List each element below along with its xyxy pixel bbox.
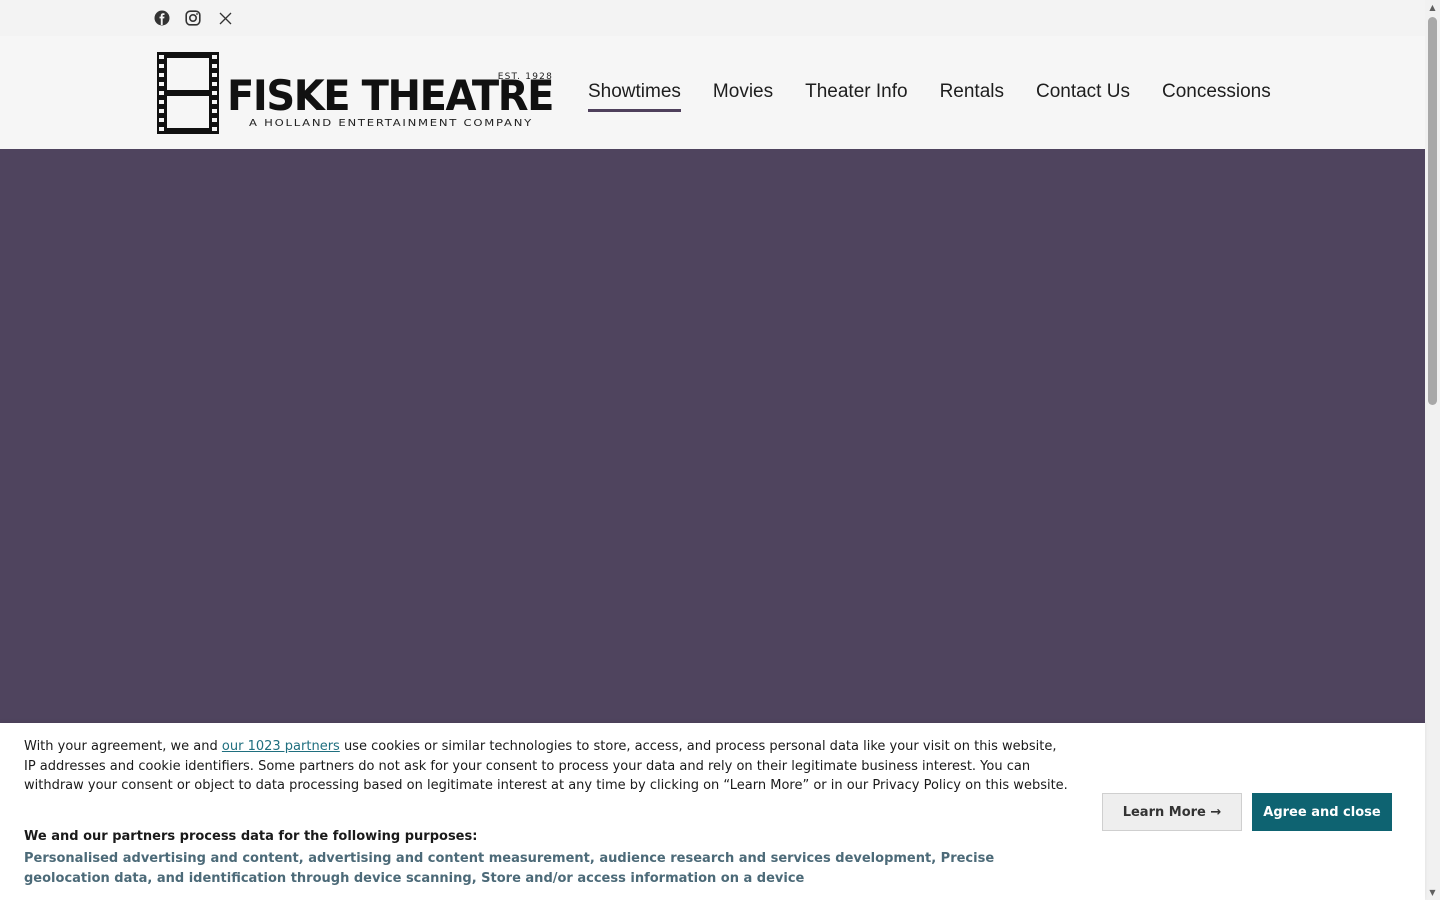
logo-tagline: A HOLLAND ENTERTAINMENT COMPANY (249, 118, 533, 129)
purposes-list: Personalised advertising and content, ad… (24, 851, 995, 886)
hero-banner (0, 149, 1425, 724)
x-twitter-icon[interactable] (216, 9, 234, 27)
partners-link[interactable]: our 1023 partners (222, 739, 340, 754)
scroll-thumb[interactable] (1428, 17, 1437, 405)
nav-rentals[interactable]: Rentals (940, 80, 1004, 112)
instagram-icon[interactable] (184, 9, 202, 27)
nav-movies[interactable]: Movies (713, 80, 773, 112)
cookie-consent-banner: With your agreement, we and our 1023 par… (0, 723, 1425, 900)
fiske-theatre-logo[interactable]: EST. 1928 FISKE THEATRE A HOLLAND ENTERT… (157, 52, 555, 134)
consent-intro-prefix: With your agreement, we and (24, 739, 222, 754)
nav-contact-us[interactable]: Contact Us (1036, 80, 1130, 112)
purposes-title: We and our partners process data for the… (24, 829, 478, 844)
page-scrollbar[interactable]: ▲ ▼ (1425, 0, 1440, 900)
consent-intro: With your agreement, we and our 1023 par… (24, 737, 1069, 796)
facebook-icon[interactable] (153, 9, 171, 27)
logo-name: FISKE THEATRE (227, 71, 553, 120)
scroll-down-arrow-icon[interactable]: ▼ (1425, 885, 1440, 900)
nav-theater-info[interactable]: Theater Info (805, 80, 907, 112)
nav-concessions[interactable]: Concessions (1162, 80, 1271, 112)
scroll-up-arrow-icon[interactable]: ▲ (1425, 0, 1440, 15)
main-nav: Showtimes Movies Theater Info Rentals Co… (588, 80, 1271, 112)
site-header: EST. 1928 FISKE THEATRE A HOLLAND ENTERT… (0, 36, 1425, 149)
agree-and-close-button[interactable]: Agree and close (1252, 793, 1392, 831)
learn-more-button[interactable]: Learn More → (1102, 793, 1242, 831)
social-bar (0, 0, 1425, 36)
nav-showtimes[interactable]: Showtimes (588, 80, 681, 112)
